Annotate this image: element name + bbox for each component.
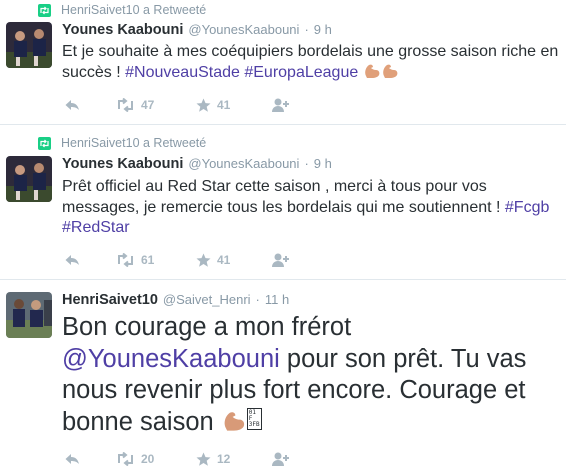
author-handle[interactable]: @Saivet_Henri <box>163 292 251 307</box>
retweet-icon <box>118 452 133 466</box>
follow-icon <box>272 98 289 112</box>
retweet-button[interactable]: 47 <box>116 98 154 112</box>
tweet-text: Prêt officiel au Red Star cette saison ,… <box>62 177 562 239</box>
retweet-icon <box>118 98 133 112</box>
author-handle[interactable]: @YounesKaabouni <box>188 22 299 37</box>
like-icon <box>196 452 211 466</box>
separator-dot: · <box>304 22 309 37</box>
follow-button[interactable] <box>272 98 290 112</box>
hashtag[interactable]: #Fcgb <box>505 199 549 216</box>
unknown-glyph-icon: 01 F 3FB <box>246 407 262 430</box>
author-name[interactable]: Younes Kaabouni <box>62 156 183 172</box>
follow-button[interactable] <box>272 452 290 466</box>
retweet-button[interactable]: 20 <box>116 452 154 466</box>
reply-icon <box>65 255 79 265</box>
retweet-count: 20 <box>141 452 155 466</box>
tweet-header: Younes Kaabouni @YounesKaabouni · 9 h <box>62 22 332 40</box>
retweet-notice: HenriSaivet10 a Retweeté <box>38 134 206 152</box>
follow-icon <box>272 253 289 267</box>
tweet-2[interactable]: HenriSaivet10 a Retweeté Younes Kaabouni… <box>0 125 566 280</box>
like-button[interactable]: 12 <box>196 452 230 467</box>
like-icon <box>196 98 211 112</box>
follow-button[interactable] <box>272 253 290 267</box>
retweet-count: 61 <box>141 253 155 267</box>
tweet-text: Bon courage a mon frérot @YounesKaabouni… <box>62 312 557 440</box>
tweet-text-body: Prêt officiel au Red Star cette saison ,… <box>62 178 505 216</box>
tweet-3[interactable]: HenriSaivet10 @Saivet_Henri · 11 h Bon c… <box>0 280 566 470</box>
tweet-text: Et je souhaite à mes coéquipiers bordela… <box>62 42 562 85</box>
reply-button[interactable] <box>64 452 80 466</box>
timestamp[interactable]: 11 h <box>265 292 289 307</box>
flexed-biceps-emoji <box>381 63 399 86</box>
retweet-badge-icon <box>38 3 51 17</box>
reply-button[interactable] <box>64 253 80 267</box>
follow-icon <box>272 452 289 466</box>
retweet-count: 47 <box>141 98 155 112</box>
hashtag[interactable]: #EuropaLeague <box>244 64 358 81</box>
avatar[interactable] <box>6 292 52 338</box>
avatar[interactable] <box>6 22 52 68</box>
like-count: 41 <box>217 253 231 267</box>
hashtag[interactable]: #NouveauStade <box>125 64 240 81</box>
like-button[interactable]: 41 <box>196 98 230 113</box>
author-name[interactable]: Younes Kaabouni <box>62 22 183 38</box>
author-handle[interactable]: @YounesKaabouni <box>188 156 299 171</box>
timestamp[interactable]: 9 h <box>314 156 332 171</box>
like-icon <box>196 253 211 267</box>
author-name[interactable]: HenriSaivet10 <box>62 292 158 308</box>
separator-dot: · <box>304 156 309 171</box>
retweet-button[interactable]: 61 <box>116 253 154 267</box>
flexed-biceps-emoji <box>363 63 381 86</box>
retweet-icon <box>118 253 133 267</box>
reply-button[interactable] <box>64 98 80 112</box>
timestamp[interactable]: 9 h <box>314 22 332 37</box>
reply-icon <box>65 100 79 110</box>
retweet-notice-text[interactable]: HenriSaivet10 a Retweeté <box>61 136 206 150</box>
like-button[interactable]: 41 <box>196 253 230 268</box>
like-count: 12 <box>217 452 231 466</box>
avatar[interactable] <box>6 156 52 202</box>
mention[interactable]: @YounesKaabouni <box>62 345 280 373</box>
retweet-badge-icon <box>38 136 51 150</box>
separator-dot: · <box>255 292 260 307</box>
reply-icon <box>65 454 79 464</box>
like-count: 41 <box>217 98 231 112</box>
hashtag[interactable]: #RedStar <box>62 219 130 236</box>
retweet-notice: HenriSaivet10 a Retweeté <box>38 1 206 19</box>
tweet-header: Younes Kaabouni @YounesKaabouni · 9 h <box>62 156 332 174</box>
tweet-1[interactable]: HenriSaivet10 a Retweeté Younes Kaabouni… <box>0 0 566 125</box>
retweet-notice-text[interactable]: HenriSaivet10 a Retweeté <box>61 3 206 17</box>
tweet-header: HenriSaivet10 @Saivet_Henri · 11 h <box>62 292 289 310</box>
tweet-text-body: Bon courage a mon frérot <box>62 313 352 341</box>
flexed-biceps-emoji <box>221 409 247 441</box>
